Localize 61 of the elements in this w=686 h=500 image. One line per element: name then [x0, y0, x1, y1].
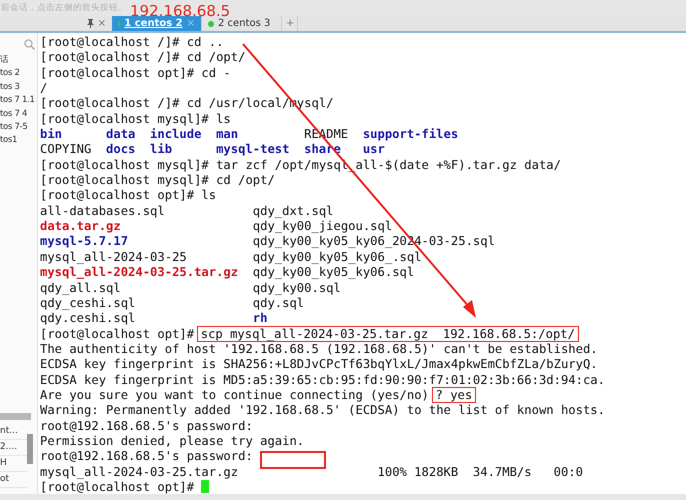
terminal-text: docs: [106, 142, 136, 156]
terminal-text: [root@localhost opt]#: [40, 326, 194, 341]
terminal-text: mysql-5.7.17: [40, 234, 128, 248]
terminal-text: rh: [252, 311, 268, 326]
panel-header: [0, 413, 31, 420]
session-item[interactable]: tos 3: [0, 80, 20, 94]
terminal-text: COPYING: [40, 142, 92, 156]
terminal-text: /: [40, 81, 48, 96]
pin-icon[interactable]: [86, 19, 94, 28]
terminal-text: [root@localhost opt]# ls: [40, 188, 216, 202]
highlight-box: [260, 451, 326, 469]
terminal-text: qdy.ceshi.sql: [40, 311, 136, 326]
terminal-text: root@192.168.68.5's password:: [40, 449, 253, 464]
session-item[interactable]: tos1: [0, 134, 18, 148]
terminal-text: all-databases.sql: [40, 204, 165, 218]
highlighted-text: ? yes: [432, 388, 476, 402]
terminal-text: [root@localhost mysql]# cd /opt/: [40, 173, 275, 188]
terminal-text: mysql-test: [216, 142, 290, 156]
terminal-text: lib: [150, 142, 172, 156]
terminal-text: [root@localhost mysql]# ls: [40, 112, 231, 126]
terminal-text: qdy_ceshi.sql: [40, 296, 136, 310]
session-tab[interactable]: 2 centos 3: [202, 16, 282, 31]
close-button[interactable]: ×: [98, 18, 106, 29]
terminal-text: mysql_all-2024-03-25: [40, 250, 187, 264]
terminal-text: qdy_ky00_jiegou.sql: [252, 219, 392, 234]
highlighted-text: scp mysql_all-2024-03-25.tar.gz 192.168.68.5:/opt/: [198, 326, 578, 341]
terminal-text: include: [150, 127, 202, 142]
scrollbar[interactable]: [27, 434, 33, 464]
terminal-text: man: [216, 127, 238, 142]
terminal-text: qdy_dxt.sql: [252, 204, 334, 218]
terminal-text: qdy.sql: [252, 296, 304, 310]
terminal-text: support-files: [362, 127, 458, 142]
terminal-text: ECDSA key fingerprint is SHA256:+L8DJvCPcTf63bqYlxL/Jmax4pkwEmCbfZLa/bZuryQ.: [40, 357, 598, 372]
terminal-text: Are you sure you want to continue connecting (yes/no): [40, 388, 429, 402]
terminal-text: Permission denied, please try again.: [40, 434, 304, 448]
list-item[interactable]: ot: [0, 472, 27, 488]
terminal-text: [root@localhost /]# cd ..: [40, 35, 224, 49]
terminal-text: qdy_ky00_ky05_ky06.sql: [252, 265, 414, 280]
terminal-text: data: [106, 127, 136, 142]
terminal-text: [root@localhost /]# cd /opt/: [40, 50, 246, 64]
terminal-text: usr: [362, 142, 385, 156]
terminal-text: [root@localhost opt]#: [40, 480, 194, 494]
terminal-text: ECDSA key fingerprint is MD5:a5:39:65:cb:95:fd:90:90:f7:01:02:3b:66:3d:94:ca.: [40, 372, 605, 387]
terminal-text: qdy_all.sql: [40, 280, 121, 294]
cursor: [201, 480, 210, 493]
session-item[interactable]: tos 2: [0, 67, 20, 81]
terminal-text: root@192.168.68.5's password:: [40, 418, 253, 433]
session-tab[interactable]: +: [282, 16, 298, 31]
terminal-text: The authenticity of host '192.168.68.5 (192.168.68.5)' can't be established.: [40, 342, 598, 356]
session-item[interactable]: tos 7 1.1: [0, 94, 35, 108]
session-item[interactable]: 话: [0, 54, 9, 68]
terminal-text: mysql_all-2024-03-25.tar.gz 100% 1828KB 34.7MB/s 00:0: [40, 464, 583, 479]
terminal-text: qdy_ky00_ky05_ky06_.sql: [252, 250, 422, 264]
terminal-text: [root@localhost opt]# cd -: [40, 66, 231, 80]
terminal-text: Warning: Permanently added '192.168.68.5' (ECDSA) to the list of known hosts.: [40, 403, 605, 418]
session-item[interactable]: tos 7 4: [0, 108, 28, 122]
terminal-text: bin: [40, 127, 62, 142]
session-item[interactable]: tos 7-5: [0, 121, 28, 134]
terminal-text: qdy_ky00.sql: [252, 280, 341, 294]
terminal-text: data.tar.gz: [40, 219, 121, 234]
terminal-text: mysql_all-2024-03-25.tar.gz: [40, 265, 238, 280]
